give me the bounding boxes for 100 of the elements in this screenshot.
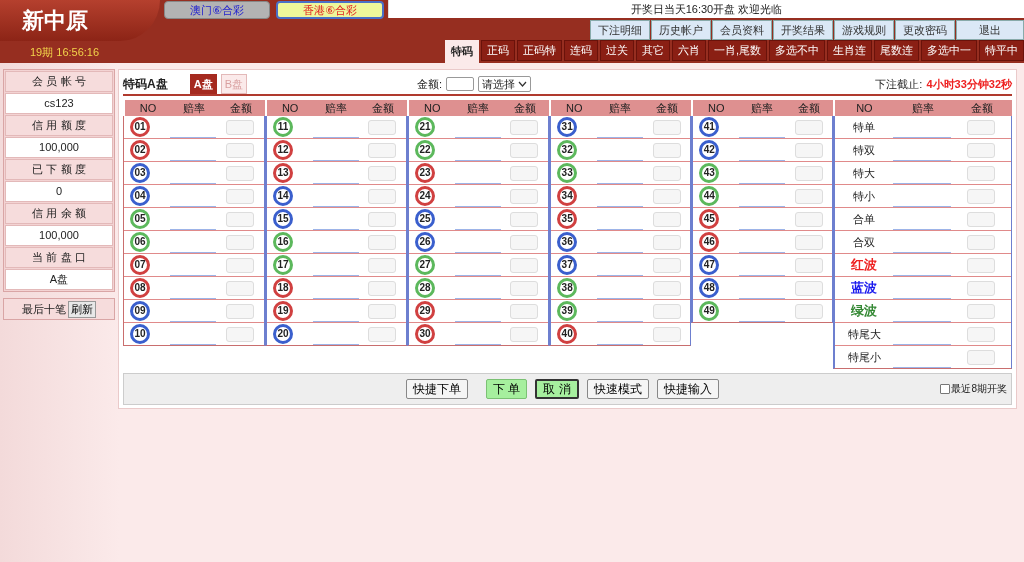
amount-input[interactable] [967, 257, 996, 273]
plate-tab[interactable]: A盘 [189, 74, 217, 94]
amount-input[interactable] [794, 234, 823, 250]
amount-input[interactable] [967, 188, 996, 204]
amount-input[interactable] [652, 165, 681, 181]
amount-input[interactable] [368, 165, 397, 181]
amount-input[interactable] [226, 211, 255, 227]
amount-input[interactable] [368, 303, 397, 319]
nav-tab[interactable]: 其它 [635, 40, 670, 61]
amount-input[interactable] [967, 142, 996, 158]
amount-input[interactable] [510, 234, 539, 250]
amount-input[interactable] [794, 119, 823, 135]
nav-tab[interactable]: 正码 [480, 40, 515, 61]
amount-input[interactable] [226, 326, 255, 342]
amount-field[interactable] [446, 77, 475, 91]
amount-input[interactable] [510, 119, 539, 135]
amount-input[interactable] [368, 234, 397, 250]
nav-tab[interactable]: 一肖,尾数 [707, 40, 767, 61]
amount-input[interactable] [368, 280, 397, 296]
amount-input[interactable] [652, 119, 681, 135]
amount-input[interactable] [226, 142, 255, 158]
amount-input[interactable] [368, 211, 397, 227]
amount-input[interactable] [368, 188, 397, 204]
amount-input[interactable] [510, 303, 539, 319]
amount-input[interactable] [794, 303, 823, 319]
action-button[interactable]: 快速模式 [586, 379, 649, 399]
amount-input[interactable] [226, 303, 255, 319]
amount-label: 金额: [416, 76, 443, 92]
amount-input[interactable] [226, 280, 255, 296]
amount-input[interactable] [510, 211, 539, 227]
game-tab[interactable]: 香港⑥合彩 [276, 1, 384, 19]
field-label: 会 员 帐 号 [5, 71, 113, 92]
amount-input[interactable] [368, 142, 397, 158]
amount-input[interactable] [967, 165, 996, 181]
amount-input[interactable] [967, 211, 996, 227]
nav-tab[interactable]: 过关 [599, 40, 634, 61]
amount-input[interactable] [368, 257, 397, 273]
action-button[interactable]: 快捷下单 [405, 379, 468, 399]
amount-input[interactable] [794, 142, 823, 158]
amount-input[interactable] [794, 211, 823, 227]
action-button[interactable]: 取 消 [535, 379, 579, 399]
nav-tab[interactable]: 六肖 [671, 40, 706, 61]
menu-link[interactable]: 游戏规则 [834, 20, 894, 40]
menu-link[interactable]: 更改密码 [895, 20, 955, 40]
nav-tab[interactable]: 多选不中 [769, 40, 825, 61]
amount-input[interactable] [510, 142, 539, 158]
nav-tab[interactable]: 多选中一 [921, 40, 977, 61]
menu-link[interactable]: 退出 [956, 20, 1024, 40]
amount-input[interactable] [652, 280, 681, 296]
action-button[interactable]: 快捷输入 [656, 379, 719, 399]
bet-label: 特尾大 [847, 326, 881, 342]
amount-input[interactable] [794, 257, 823, 273]
menu-link[interactable]: 会员资料 [712, 20, 772, 40]
amount-input[interactable] [510, 326, 539, 342]
amount-input[interactable] [226, 165, 255, 181]
nav-tab[interactable]: 正码特 [516, 40, 562, 61]
nav-tab[interactable]: 生肖连 [827, 40, 872, 61]
amount-input[interactable] [794, 188, 823, 204]
amount-input[interactable] [226, 234, 255, 250]
amount-input[interactable] [368, 326, 397, 342]
amount-input[interactable] [226, 188, 255, 204]
number-ball: 08 [130, 278, 150, 298]
refresh-button[interactable]: 刷新 [68, 300, 96, 318]
nav-tab[interactable]: 特码 [444, 40, 479, 63]
amount-input[interactable] [794, 280, 823, 296]
amount-input[interactable] [510, 165, 539, 181]
amount-input[interactable] [967, 234, 996, 250]
menu-link[interactable]: 历史帐户 [651, 20, 711, 40]
period-time: 19期 16:56:16 [29, 45, 101, 60]
nav-tab[interactable]: 尾数连 [874, 40, 919, 61]
nav-tab[interactable]: 特平中 [979, 40, 1024, 61]
amount-input[interactable] [652, 257, 681, 273]
amount-input[interactable] [967, 119, 996, 135]
amount-input[interactable] [967, 280, 996, 296]
amount-input[interactable] [510, 257, 539, 273]
amount-input[interactable] [652, 188, 681, 204]
amount-input[interactable] [226, 119, 255, 135]
amount-input[interactable] [652, 142, 681, 158]
amount-input[interactable] [226, 257, 255, 273]
amount-input[interactable] [794, 165, 823, 181]
header-cell-text: 赔率 [910, 101, 935, 116]
field-value: cs123 [5, 93, 113, 114]
menu-link[interactable]: 开奖结果 [773, 20, 833, 40]
action-button[interactable]: 下 单 [485, 379, 528, 399]
game-tab[interactable]: 澳门⑥合彩 [164, 1, 270, 19]
amount-input[interactable] [510, 188, 539, 204]
field-label: 信 用 额 度 [5, 115, 113, 136]
nav-tab[interactable]: 连码 [563, 40, 598, 61]
amount-select[interactable]: 请选择 [478, 76, 532, 92]
amount-input[interactable] [652, 211, 681, 227]
menu-link[interactable]: 下注明细 [590, 20, 650, 40]
amount-input[interactable] [368, 119, 397, 135]
amount-input[interactable] [652, 303, 681, 319]
amount-input[interactable] [510, 280, 539, 296]
checkbox[interactable] [940, 384, 951, 394]
amount-input[interactable] [967, 303, 996, 319]
amount-input[interactable] [967, 326, 996, 342]
amount-input[interactable] [967, 349, 996, 365]
amount-input[interactable] [652, 326, 681, 342]
amount-input[interactable] [652, 234, 681, 250]
